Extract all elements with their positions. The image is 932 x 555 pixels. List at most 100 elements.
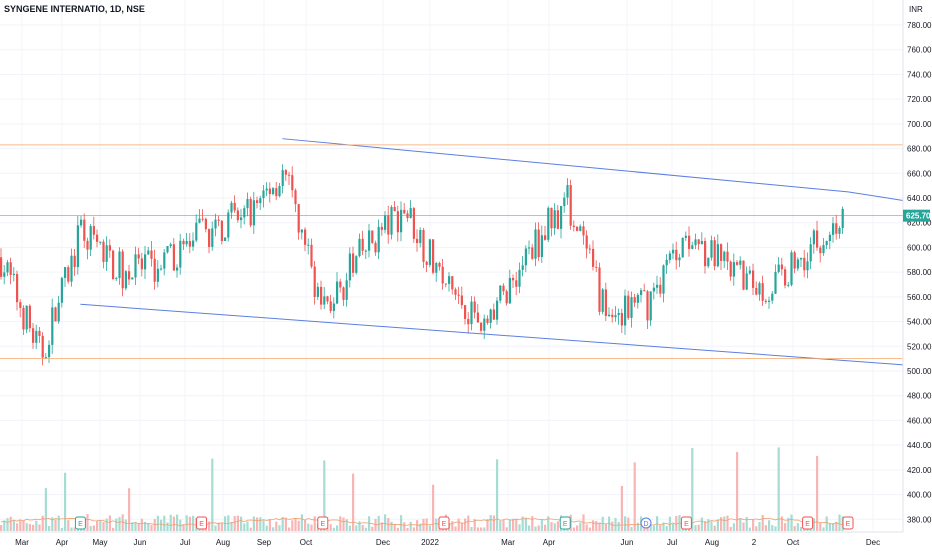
candle-body [41,335,44,358]
candle-body [233,202,236,211]
volume-bar [57,515,60,531]
volume-bar [297,520,300,531]
candle-body [387,215,390,235]
candle-body [572,225,575,227]
earnings-marker[interactable]: E [559,516,571,530]
volume-bar [182,524,185,531]
candle-body [118,251,121,279]
candle-body [432,239,435,273]
y-tick-label: 660.00 [907,169,932,178]
volume-bar [336,525,339,531]
candle-body [793,252,796,269]
y-tick-label: 720.00 [907,95,932,104]
candle-body [342,287,345,300]
candle-body [44,357,47,359]
marker-label: E [320,521,325,528]
earnings-marker[interactable]: E [317,516,329,530]
volume-bar [502,519,505,531]
price-chart[interactable]: E E E E E D E E E INR 380.00 400.00 420.00 440.00 46… [0,0,932,550]
earnings-marker[interactable]: E [802,516,814,530]
volume-bar [256,517,259,531]
candle-body [764,300,767,302]
candle-body [25,305,28,330]
candle-body [832,223,835,235]
candle-body [128,271,131,280]
candle-body [150,250,153,259]
candle-body [694,239,697,246]
volume-bar [0,525,3,531]
candle-body [841,208,844,228]
candle-body [617,312,620,316]
candle-body [188,241,191,247]
volume-bar [790,514,793,531]
earnings-marker[interactable]: E [74,516,86,530]
candle-body [192,240,195,247]
x-tick-label: Dec [866,538,880,547]
candle-body [460,295,463,306]
marker-label: E [805,521,810,528]
candle-body [540,235,543,258]
candle-body [227,212,230,238]
volume-bar [732,523,735,531]
earnings-marker[interactable]: E [842,516,854,530]
volume-bar [89,526,92,531]
earnings-marker[interactable]: E [438,516,450,530]
chart-container[interactable]: SYNGENE INTERNATIO, 1D, NSE E E E E E D E E E IN… [0,0,932,550]
candle-body [220,220,223,242]
volume-bar [611,521,614,531]
candle-body [476,312,479,323]
volume-bar [220,523,223,531]
x-tick-label: 2022 [421,538,439,547]
candle-body [230,202,233,213]
candle-body [838,227,841,234]
volume-bar [480,527,483,531]
y-tick-label: 480.00 [907,392,932,401]
candle-body [563,197,566,207]
volume-bar [624,516,627,531]
y-tick-label: 580.00 [907,268,932,277]
candle-body [806,261,809,271]
candle-body [627,295,630,318]
candle-body [380,226,383,230]
volume-bar [134,521,137,531]
candle-body [332,303,335,311]
volume-bar [361,525,364,531]
earnings-marker[interactable]: E [680,516,692,530]
volume-bar [108,515,111,531]
volume-bar [25,523,28,531]
candle-body [124,271,127,289]
volume-bar [371,526,374,531]
earnings-marker[interactable]: E [196,516,208,530]
candle-body [512,277,515,281]
y-tick-label: 600.00 [907,243,932,252]
volume-bar [544,524,547,531]
candle-body [134,254,137,278]
volume-bar [652,525,655,531]
candle-body [492,309,495,320]
volume-bar [508,519,511,531]
volume-bar [665,526,668,531]
candle-body [505,291,508,304]
last-price-label: 625.70 [906,212,931,221]
volume-bar [259,517,262,531]
last-price-badge: 625.70 [903,209,931,222]
candle-body [496,300,499,320]
dividend-marker[interactable]: D [640,517,652,529]
volume-bar [406,527,409,531]
candle-body [313,266,316,297]
candle-body [652,287,655,292]
candle-body [560,206,563,229]
candle-body [668,253,671,260]
candle-body [147,250,150,255]
candle-body [35,330,38,343]
upper-trendline [282,138,904,201]
candle-body [409,208,412,219]
volume-bar [348,525,351,531]
candle-body [444,283,447,285]
candle-body [553,210,556,229]
volume-bar [284,517,287,531]
candle-body [822,245,825,254]
volume-bar [723,516,726,531]
candle-body [438,263,441,267]
volume-bar [300,514,303,531]
